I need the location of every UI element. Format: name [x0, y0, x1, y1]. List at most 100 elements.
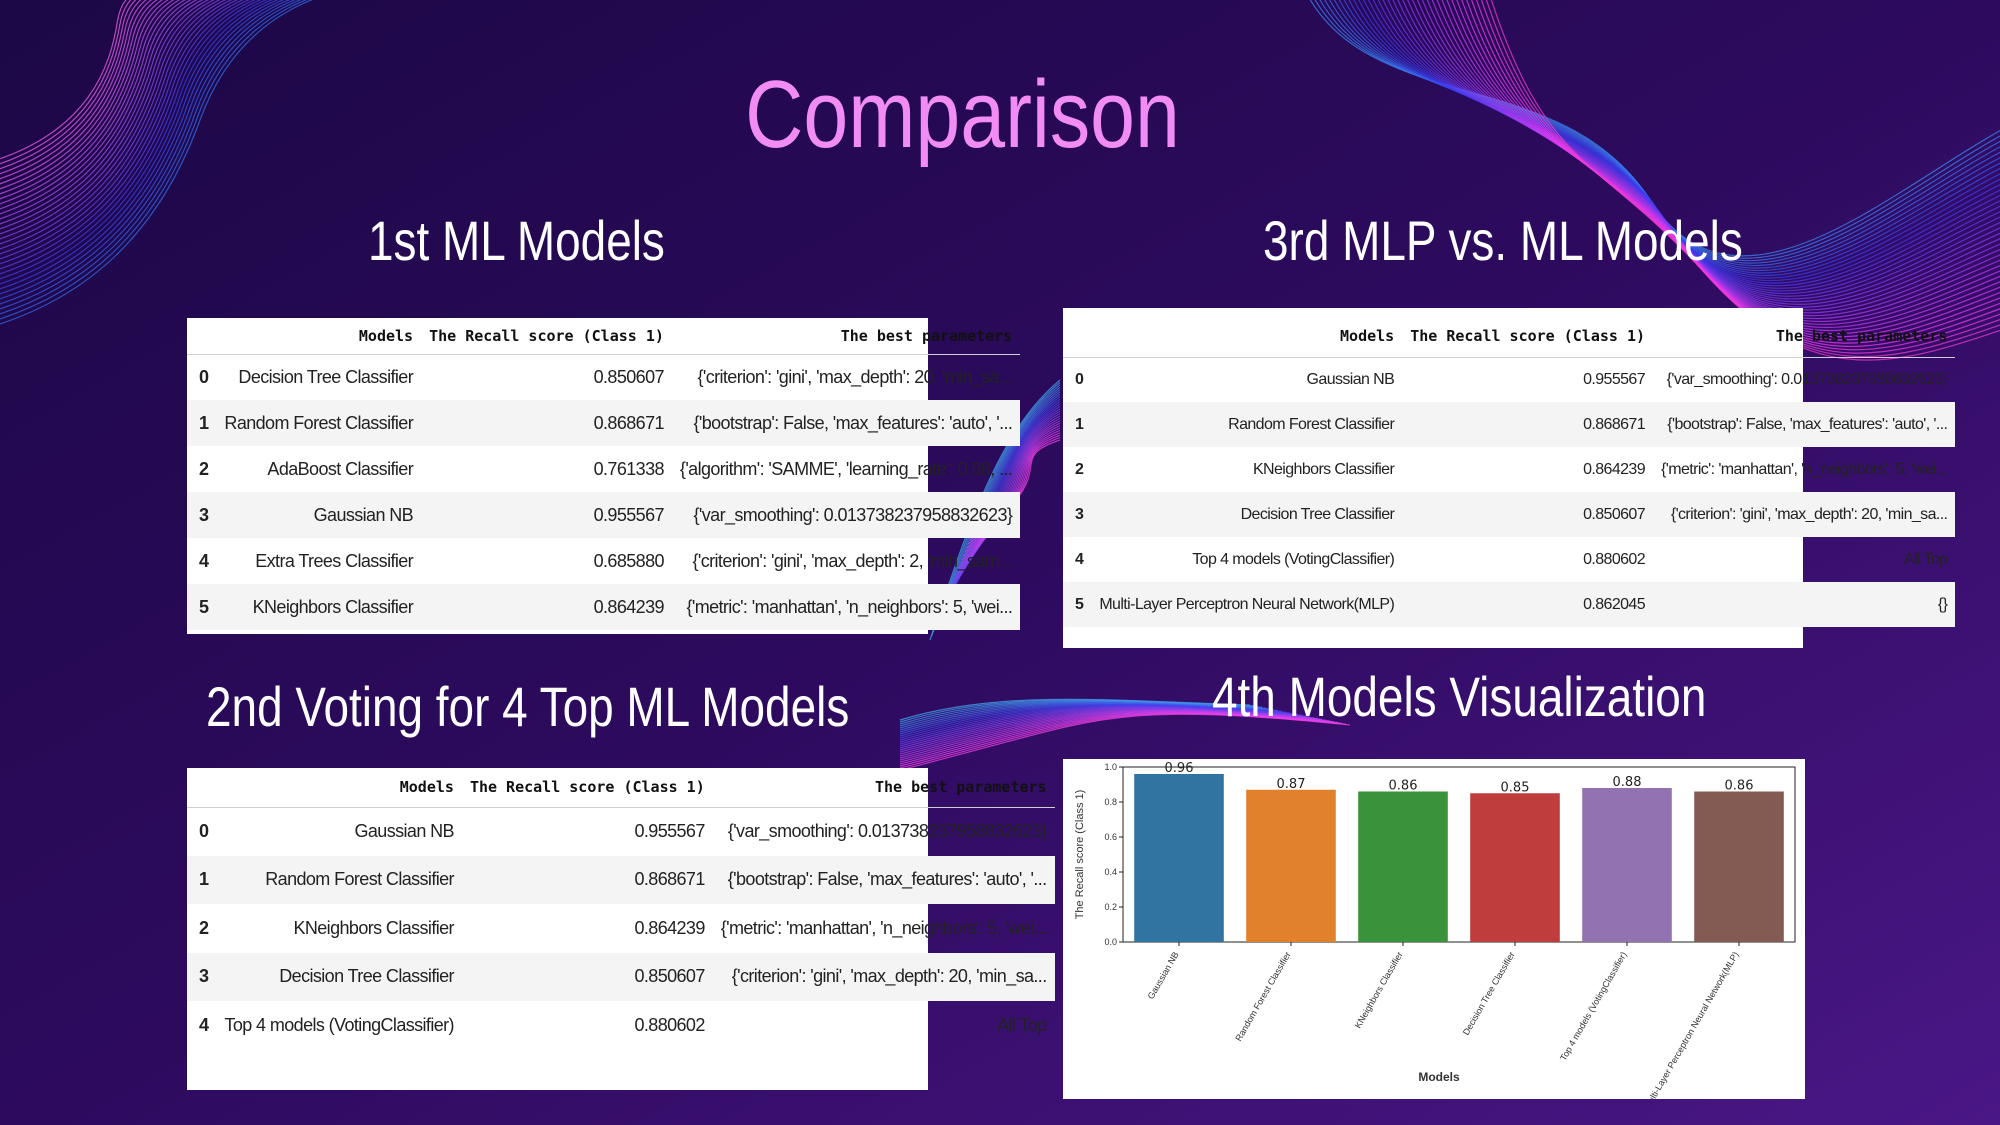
column-header-recall: The Recall score (Class 1) [461, 768, 713, 808]
model-name-cell: Extra Trees Classifier [255, 550, 414, 571]
table-row: 5 Multi-Layer Perceptron Neural Network(M… [1063, 582, 1956, 627]
recall-score-cell: 0.850607 [461, 952, 713, 1001]
best-params-cell: {'bootstrap': False, 'max_features': 'au… [712, 855, 1055, 904]
row-index: 5 [187, 584, 217, 630]
best-params-cell: {'criterion': 'gini', 'max_depth': 20, '… [697, 366, 1013, 387]
y-tick-label: 0.0 [1104, 937, 1117, 947]
table-row: 4 Top 4 models (VotingClassifier) 0.880602… [187, 1001, 1055, 1050]
bar-value-label: 0.86 [1725, 779, 1754, 794]
table-body: 0 Gaussian NB 0.955567 {'var_smoothing': 0.… [1063, 357, 1956, 627]
x-tick-label: Gaussian NB [1146, 950, 1181, 1001]
table-header-row: Models The Recall score (Class 1) The be… [187, 768, 1055, 808]
y-axis-label: The Recall score (Class 1) [1074, 790, 1086, 920]
column-header-models: Models [216, 768, 462, 808]
best-params-cell: {'criterion': 'gini', 'max_depth': 20, '… [1653, 492, 1956, 537]
x-tick-label: KNeighbors Classifier [1353, 950, 1405, 1030]
recall-score-cell: 0.850607 [593, 366, 665, 387]
table-panel-voting: Models The Recall score (Class 1) The be… [187, 768, 1055, 1090]
bar [1134, 774, 1224, 942]
results-table-voting: Models The Recall score (Class 1) The be… [187, 768, 1055, 1050]
section-title-mlp-vs-ml: 3rd MLP vs. ML Models [1263, 209, 1743, 272]
table-row: 4 Top 4 models (VotingClassifier) 0.880602… [1063, 537, 1955, 582]
recall-score-cell: 0.862045 [1402, 582, 1654, 627]
bar [1246, 789, 1336, 942]
section-title-voting: 2nd Voting for 4 Top ML Models [206, 675, 850, 738]
table-row: 3 Decision Tree Classifier 0.850607 {'crite… [187, 952, 1055, 1001]
x-axis-label: Models [1418, 1070, 1460, 1084]
x-tick-label: Decision Tree Classifier [1461, 950, 1517, 1037]
model-name-cell: KNeighbors Classifier [293, 917, 454, 938]
row-index: 4 [199, 550, 209, 571]
recall-score-cell: 0.864239 [421, 584, 672, 630]
table-row: 3 Decision Tree Classifier 0.850607 {'crite… [1063, 492, 1956, 537]
best-params-cell: {'bootstrap': False, 'max_features': 'au… [671, 400, 1021, 446]
table-row: 1 Random Forest Classifier 0.868671 {'boots… [1063, 402, 1956, 447]
row-index: 5 [1063, 582, 1092, 627]
model-name-cell: KNeighbors Classifier [216, 584, 422, 630]
row-index: 2 [199, 458, 209, 479]
row-index: 1 [187, 400, 217, 446]
model-name-cell: Gaussian NB [1306, 370, 1395, 388]
chart-panel: 0.0 0.2 0.4 0.6 0.8 1.0 The Recall score (Clas… [1063, 759, 1805, 1099]
recall-score-cell: 0.955567 [1583, 370, 1646, 388]
row-index: 4 [1075, 550, 1084, 568]
best-params-cell: {'metric': 'manhattan', 'n_neighbors': 5… [1661, 460, 1948, 478]
bar-value-label: 0.87 [1277, 777, 1306, 792]
table-row: 5 KNeighbors Classifier 0.864239 {'metric':… [187, 584, 1021, 630]
bar-value-label: 0.85 [1501, 780, 1530, 795]
best-params-cell: {'criterion': 'gini', 'max_depth': 20, '… [712, 952, 1055, 1001]
bar [1358, 791, 1448, 942]
recall-score-cell: 0.880602 [634, 1014, 705, 1035]
recall-score-cell: 0.868671 [461, 855, 713, 904]
model-name-cell: Multi-Layer Perceptron Neural Network(ML… [1091, 582, 1403, 627]
slide-title: Comparison [745, 61, 1180, 168]
y-tick-label: 1.0 [1104, 762, 1117, 772]
x-tick-label: Multi-Layer Perceptron Neural Network(ML… [1642, 950, 1741, 1099]
model-name-cell: Top 4 models (VotingClassifier) [1192, 550, 1395, 568]
recall-score-cell: 0.850607 [1402, 492, 1654, 537]
table-row: 1 Random Forest Classifier 0.868671 {'boots… [187, 855, 1055, 904]
y-tick-label: 0.4 [1104, 867, 1117, 877]
model-name-cell: Random Forest Classifier [216, 400, 422, 446]
row-index: 0 [1075, 370, 1084, 388]
plot-frame [1122, 766, 1796, 943]
recall-score-cell: 0.864239 [1583, 460, 1646, 478]
best-params-cell: {'var_smoothing': 0.013738237958832623} [727, 821, 1047, 841]
bar-chart: 0.0 0.2 0.4 0.6 0.8 1.0 The Recall score (Clas… [1074, 761, 1796, 1099]
y-tick-label: 0.6 [1104, 832, 1117, 842]
best-params-cell: {} [1653, 582, 1956, 627]
best-params-cell: {'var_smoothing': 0.013738237958832623} [1666, 370, 1948, 388]
table-row: 3 Gaussian NB 0.955567 {'var_smoothing': 0.… [187, 492, 1021, 538]
recall-score-cell: 0.868671 [1402, 402, 1654, 447]
best-params-cell: All Top [997, 1014, 1047, 1035]
model-name-cell: Random Forest Classifier [1091, 402, 1403, 447]
row-index: 2 [1075, 460, 1084, 478]
recall-score-cell: 0.868671 [421, 400, 672, 446]
best-params-cell: All Top [1903, 550, 1948, 568]
bar [1694, 791, 1784, 942]
y-tick-label: 0.2 [1104, 902, 1117, 912]
bar-value-label: 0.96 [1165, 761, 1194, 776]
recall-score-cell: 0.955567 [421, 492, 672, 538]
row-index: 3 [187, 492, 217, 538]
table-row: 2 KNeighbors Classifier 0.864239 {'metric':… [187, 904, 1055, 953]
table-row: 0 Gaussian NB 0.955567 {'var_smoothing': 0.… [1063, 357, 1955, 402]
bar [1582, 788, 1672, 942]
column-header-params: The best parameters [712, 768, 1055, 808]
x-tick-label: Top 4 models (VotingClassifier) [1558, 950, 1629, 1062]
column-header-models: Models [1091, 316, 1403, 358]
table-panel-mlp-vs-ml: Models The Recall score (Class 1) The be… [1063, 308, 1956, 648]
model-name-cell: Top 4 models (VotingClassifier) [224, 1014, 454, 1035]
section-title-visualization: 4th Models Visualization [1212, 665, 1707, 728]
row-index: 2 [199, 917, 209, 938]
row-index: 4 [199, 1014, 209, 1035]
table-body: 0 Decision Tree Classifier 0.850607 {'crite… [187, 354, 1021, 630]
table-header-row: Models The Recall score (Class 1) The be… [1063, 316, 1956, 358]
best-params-cell: {'bootstrap': False, 'max_features': 'au… [1653, 402, 1956, 447]
row-index: 1 [1063, 402, 1092, 447]
row-index: 3 [187, 952, 217, 1001]
section-title-ml-models: 1st ML Models [368, 209, 665, 272]
table-body: 0 Gaussian NB 0.955567 {'var_smoothing': 0.… [187, 807, 1055, 1050]
row-index: 0 [199, 366, 209, 387]
table-row: 1 Random Forest Classifier 0.868671 {'boots… [187, 400, 1021, 446]
